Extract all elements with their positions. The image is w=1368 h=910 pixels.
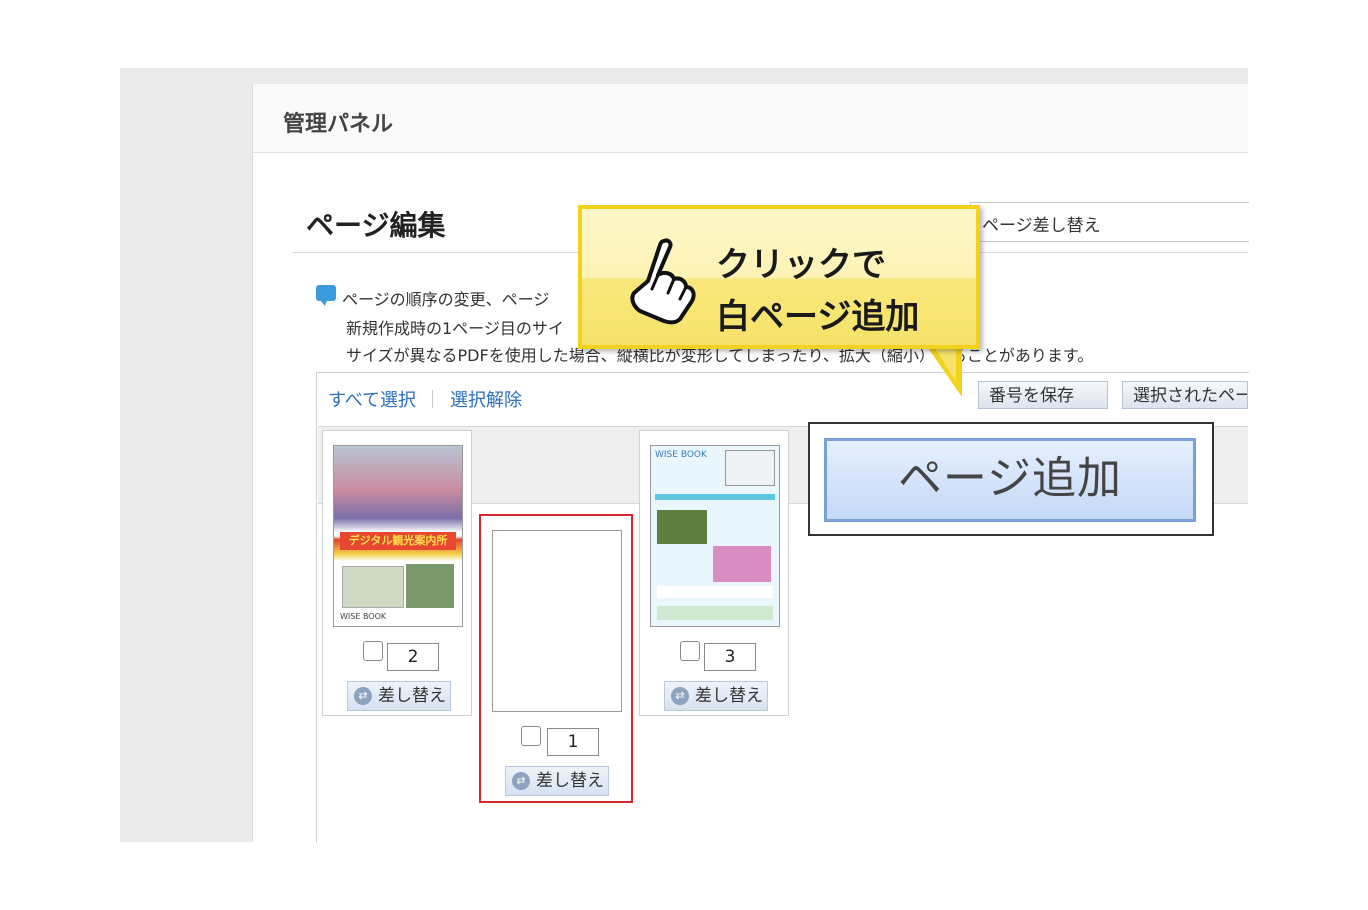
- page-thumbnail-image: WISE BOOK: [650, 445, 780, 627]
- page-number-field[interactable]: 3: [704, 643, 756, 671]
- pointing-hand-icon: [630, 238, 696, 325]
- add-page-button[interactable]: ページ追加: [824, 438, 1196, 522]
- panel-title: 管理パネル: [283, 112, 394, 137]
- callout-line-2: 白ページ追加: [716, 297, 920, 337]
- poster-photo: [657, 510, 707, 544]
- poster-map: [342, 566, 404, 608]
- page-edit-title: ページ編集: [306, 209, 446, 242]
- replace-label: 差し替え: [378, 686, 446, 706]
- blank-page-image: [492, 530, 622, 712]
- add-page-zoom-inset: ページ追加: [808, 422, 1214, 536]
- toolbar-separator: [432, 390, 433, 408]
- page-number-field[interactable]: 2: [387, 643, 439, 671]
- save-numbers-button[interactable]: 番号を保存: [978, 381, 1108, 409]
- page-select-checkbox[interactable]: [363, 641, 383, 661]
- replace-label: 差し替え: [695, 686, 763, 706]
- page-number-field[interactable]: 1: [547, 728, 599, 756]
- page-thumbnail-card[interactable]: WISE BOOK 3 ⇄ 差し替え: [639, 430, 789, 716]
- poster-monitor: [725, 450, 775, 486]
- poster-footer: WISE BOOK: [340, 612, 387, 621]
- replace-icon: ⇄: [671, 687, 689, 705]
- info-line-2: 新規作成時の1ページ目のサイ: [346, 319, 564, 338]
- page-select-checkbox[interactable]: [680, 641, 700, 661]
- blank-page-thumbnail-card[interactable]: 1 ⇄ 差し替え: [479, 514, 633, 803]
- info-comment-icon: [316, 285, 336, 306]
- click-callout: クリックで 白ページ追加: [578, 205, 980, 349]
- selected-pages-button[interactable]: 選択されたペー: [1122, 381, 1248, 409]
- page-replace-label: ページ差し替え: [982, 216, 1101, 236]
- poster-footer: [657, 606, 773, 620]
- poster-logo: WISE BOOK: [655, 450, 707, 460]
- panel-header: 管理パネル: [253, 84, 1248, 153]
- replace-icon: ⇄: [512, 772, 530, 790]
- poster-headline: デジタル観光案内所: [340, 532, 456, 550]
- replace-page-button[interactable]: ⇄ 差し替え: [664, 681, 768, 711]
- poster-photo: [406, 564, 454, 608]
- page-thumbnail-image: デジタル観光案内所 WISE BOOK: [333, 445, 463, 627]
- poster-band: [655, 494, 775, 500]
- poster-heatmap: [713, 546, 771, 582]
- poster-text-block: [657, 586, 773, 598]
- select-all-link[interactable]: すべて選択: [328, 386, 416, 412]
- page-thumbnail-card[interactable]: デジタル観光案内所 WISE BOOK 2 ⇄ 差し替え: [322, 430, 472, 716]
- info-line-1: ページの順序の変更、ページ: [342, 290, 550, 309]
- replace-page-button[interactable]: ⇄ 差し替え: [505, 766, 609, 796]
- replace-page-button[interactable]: ⇄ 差し替え: [347, 681, 451, 711]
- callout-line-1: クリックで: [716, 245, 886, 285]
- deselect-link[interactable]: 選択解除: [450, 386, 522, 412]
- replace-label: 差し替え: [536, 771, 604, 791]
- page-select-checkbox[interactable]: [521, 726, 541, 746]
- replace-icon: ⇄: [354, 687, 372, 705]
